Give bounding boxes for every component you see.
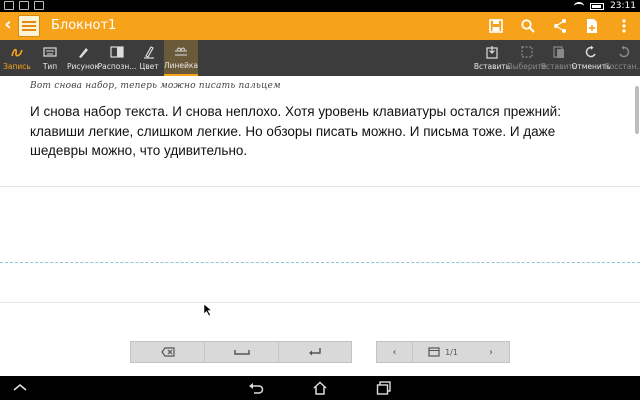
back-chevron-icon[interactable]: ‹ — [0, 12, 16, 40]
title-bar: ‹ Блокнот1 — [0, 12, 640, 40]
enter-key[interactable] — [279, 342, 351, 362]
save-icon — [489, 19, 503, 33]
tool-redo-label: Восстан... — [604, 62, 640, 71]
notebook-title: Блокнот1 — [51, 18, 117, 33]
scrollbar[interactable] — [635, 86, 639, 134]
wifi-icon — [574, 2, 585, 10]
tool-paste-2[interactable]: Вставить — [541, 40, 577, 76]
search-icon — [521, 19, 535, 33]
tool-draw[interactable]: Рисунок — [66, 40, 100, 76]
clipboard-icon — [553, 46, 564, 58]
navigation-bar — [0, 376, 640, 400]
more-vertical-icon — [622, 19, 626, 33]
home-icon — [313, 381, 327, 395]
back-nav-button[interactable] — [246, 380, 266, 396]
tool-write[interactable]: Запись — [0, 40, 34, 76]
chevron-left-icon: ‹ — [392, 346, 397, 358]
tool-recognize-label: Распозн... — [97, 62, 137, 71]
add-page-icon — [587, 19, 597, 33]
chevron-up-icon — [13, 383, 27, 391]
share-button[interactable] — [544, 12, 576, 40]
status-time: 23:11 — [610, 1, 636, 11]
tool-bar: Запись Тип Рисунок Распозн... Цвет Линей… — [0, 40, 640, 76]
keyboard-hide-button[interactable] — [10, 380, 30, 396]
space-key[interactable] — [205, 342, 279, 362]
bottom-controls: ‹ 1/1 › — [0, 340, 640, 376]
recent-apps-button[interactable] — [374, 380, 394, 396]
screen: 23:11 ‹ Блокнот1 Запись Тип Рисунок Расп… — [0, 0, 640, 400]
keyboard-icon — [43, 47, 57, 57]
tool-select[interactable]: Выберите — [508, 40, 546, 76]
gallery-notification-icon — [19, 1, 29, 10]
page-navigator: ‹ 1/1 › — [376, 341, 510, 363]
quick-keys — [130, 341, 352, 363]
status-bar: 23:11 — [0, 0, 640, 12]
save-button[interactable] — [480, 12, 512, 40]
tool-paste[interactable]: Вставить — [474, 40, 510, 76]
screenshot-notification-icon — [4, 1, 14, 10]
typed-paragraph[interactable]: И снова набор текста. И снова неплохо. Х… — [30, 102, 610, 161]
handwritten-text: Вот снова набор, теперь можно писать пал… — [30, 81, 281, 91]
tool-recognize[interactable]: Распозн... — [97, 40, 137, 76]
ruled-line — [0, 186, 640, 187]
tool-color[interactable]: Цвет — [134, 40, 164, 76]
redo-icon — [619, 45, 630, 58]
tool-write-label: Запись — [3, 62, 31, 71]
enter-icon — [309, 348, 321, 356]
writing-guide-line — [0, 262, 640, 263]
search-button[interactable] — [512, 12, 544, 40]
recent-apps-icon — [376, 381, 391, 395]
pen-color-icon — [144, 46, 154, 59]
ruled-line — [0, 302, 640, 303]
share-icon — [554, 19, 566, 33]
undo-icon — [585, 45, 596, 58]
mouse-pointer-icon — [203, 303, 213, 317]
recognize-icon — [110, 46, 124, 58]
previous-page-button[interactable]: ‹ — [377, 342, 413, 362]
tool-redo[interactable]: Восстан... — [604, 40, 640, 76]
battery-icon — [590, 2, 605, 10]
page-indicator[interactable]: 1/1 — [413, 342, 473, 362]
chevron-right-icon: › — [489, 346, 493, 358]
home-nav-button[interactable] — [310, 380, 330, 396]
ruler-lines-icon — [175, 47, 187, 56]
tool-type[interactable]: Тип — [34, 40, 66, 76]
page-count: 1/1 — [445, 347, 458, 357]
notebook-page[interactable]: Вот снова набор, теперь можно писать пал… — [0, 76, 640, 340]
tool-ruler-label: Линейка — [163, 61, 199, 70]
select-icon — [521, 46, 533, 58]
brush-icon — [79, 48, 88, 58]
handwriting-icon — [11, 48, 23, 57]
backspace-icon — [160, 347, 175, 357]
space-icon — [233, 350, 250, 355]
tool-type-label: Тип — [42, 62, 58, 71]
tool-draw-label: Рисунок — [67, 62, 99, 71]
backspace-key[interactable] — [131, 342, 205, 362]
notebook-app-icon[interactable] — [18, 15, 40, 37]
email-notification-icon — [34, 1, 44, 10]
paste-icon — [486, 46, 498, 59]
back-arrow-icon — [249, 383, 264, 394]
tool-color-label: Цвет — [139, 62, 159, 71]
tool-ruler[interactable]: Линейка — [164, 40, 198, 76]
next-page-button[interactable]: › — [473, 342, 509, 362]
overflow-menu-button[interactable] — [608, 12, 640, 40]
tool-paste-label: Вставить — [473, 62, 511, 71]
new-page-button[interactable] — [576, 12, 608, 40]
tool-undo[interactable]: Отменить — [571, 40, 611, 76]
pages-icon — [428, 347, 440, 357]
